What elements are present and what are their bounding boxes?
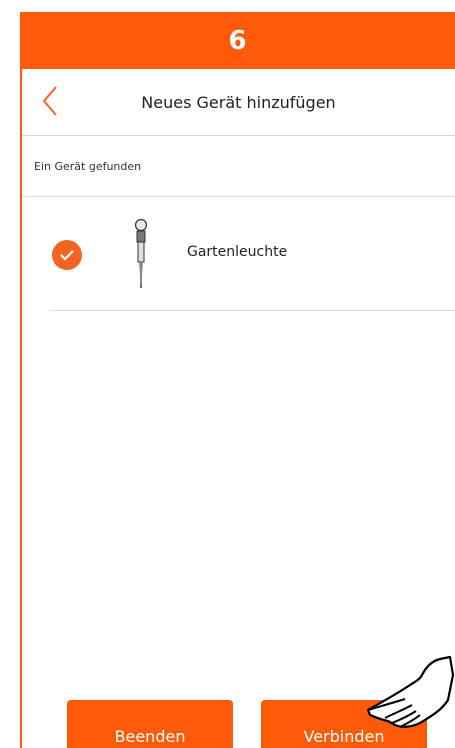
step-number-bar: 6 [20, 12, 455, 69]
quit-button[interactable]: Beenden [67, 700, 233, 748]
garden-light-icon [134, 218, 148, 288]
checkmark-icon[interactable] [52, 240, 82, 270]
nav-header: Neues Gerät hinzufügen [22, 69, 455, 136]
quit-button-label: Beenden [114, 727, 186, 746]
page-title: Neues Gerät hinzufügen [141, 92, 336, 112]
pointing-hand-icon [366, 655, 455, 728]
app-screen: 6 Neues Gerät hinzufügen Ein Gerät gefun… [0, 0, 455, 748]
device-list-item[interactable]: Gartenleuchte [50, 198, 455, 311]
device-name: Gartenleuchte [187, 244, 288, 260]
step-number: 6 [228, 25, 247, 56]
section-label: Ein Gerät gefunden [22, 136, 455, 197]
